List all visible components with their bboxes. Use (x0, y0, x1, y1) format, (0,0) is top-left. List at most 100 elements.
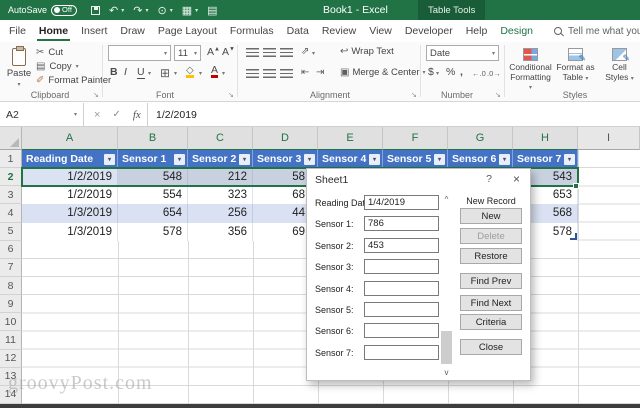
table-caret-icon[interactable]: ▾ (195, 7, 198, 14)
filter-icon[interactable]: ▾ (174, 153, 185, 165)
underline-caret-icon[interactable]: ▾ (148, 70, 151, 77)
wrap-text-button[interactable]: ↩ Wrap Text (340, 46, 394, 57)
row-number[interactable]: 8 (0, 276, 22, 296)
align-bottom-icon[interactable] (280, 48, 293, 57)
column-header[interactable]: I (578, 127, 640, 150)
column-header[interactable]: E (318, 127, 383, 150)
row-number[interactable]: 7 (0, 258, 22, 277)
field-input[interactable] (364, 344, 439, 360)
table-header-cell[interactable]: Sensor 3 ▾ (253, 150, 318, 169)
dialog-button[interactable]: Delete (460, 228, 522, 244)
increase-indent-icon[interactable]: ⇥ (316, 67, 324, 78)
row-number[interactable]: 6 (0, 240, 22, 259)
table-tool-icon[interactable]: ▦ (182, 4, 192, 17)
cell-B5[interactable]: 578 (118, 222, 188, 241)
format-painter-button[interactable]: ✐ Format Painter (36, 74, 111, 87)
font-name-combobox[interactable]: ▾ (108, 45, 171, 61)
field-input[interactable] (364, 301, 439, 317)
table-header-cell[interactable]: Sensor 2 ▾ (188, 150, 253, 169)
number-format-combobox[interactable]: Date ▾ (426, 45, 499, 61)
dialog-button[interactable]: Find Prev (460, 273, 522, 289)
tell-me-search[interactable]: Tell me what you want to do (554, 26, 640, 37)
insert-function-icon[interactable]: fx (133, 109, 141, 121)
row-number[interactable]: 5 (0, 222, 22, 241)
touch-mode-icon[interactable]: ⊙ (158, 4, 167, 17)
undo-icon[interactable]: ↶ (109, 4, 118, 17)
name-box[interactable]: A2 ▾ (0, 103, 84, 126)
cell-C2[interactable]: 212 (188, 168, 253, 187)
formula-input[interactable]: 1/2/2019 (148, 103, 640, 126)
autosave-toggle[interactable]: AutoSave Off (8, 4, 78, 16)
borders-caret-icon[interactable]: ▾ (174, 70, 177, 77)
ribbon-tab[interactable]: Help (466, 20, 488, 42)
field-input[interactable] (364, 280, 439, 296)
dialog-button[interactable]: Restore (460, 248, 522, 264)
field-input[interactable] (364, 323, 439, 339)
cell-A3[interactable]: 1/2/2019 (22, 186, 118, 205)
increase-decimal-icon[interactable]: ←.0 (472, 69, 486, 78)
cell-B4[interactable]: 654 (118, 204, 188, 223)
row-number[interactable]: 1 (0, 150, 22, 169)
autosave-pill[interactable]: Off (51, 4, 78, 16)
column-header[interactable]: A (22, 127, 118, 150)
ribbon-tab[interactable]: Formulas (230, 20, 274, 42)
filter-icon[interactable]: ▾ (499, 153, 510, 165)
ribbon-tab[interactable]: Design (500, 20, 533, 42)
column-header[interactable]: B (118, 127, 188, 150)
column-header[interactable]: G (448, 127, 513, 150)
font-dialog-launcher-icon[interactable]: ↘ (228, 91, 234, 99)
cell-A4[interactable]: 1/3/2019 (22, 204, 118, 223)
bold-button[interactable]: B (110, 66, 118, 78)
redo-caret-icon[interactable]: ▾ (145, 7, 148, 14)
ribbon-tab[interactable]: File (9, 20, 26, 42)
percent-format-icon[interactable]: % (446, 66, 455, 78)
dialog-button[interactable]: New (460, 208, 522, 224)
decrease-font-icon[interactable]: A▼ (222, 46, 235, 58)
copy-button[interactable]: ▤ Copy ▾ (36, 60, 79, 73)
field-input[interactable]: 786 (364, 216, 439, 232)
filter-icon[interactable]: ▾ (434, 153, 445, 165)
filter-icon[interactable]: ▾ (304, 153, 315, 165)
table-header-cell[interactable]: Sensor 7 ▾ (513, 150, 578, 169)
ribbon-tab[interactable]: Page Layout (158, 20, 217, 42)
scroll-down-icon[interactable]: v (440, 368, 453, 377)
cell-A2[interactable]: 1/2/2019 (22, 168, 118, 187)
table-header-cell[interactable]: Sensor 4 ▾ (318, 150, 383, 169)
align-left-icon[interactable] (246, 69, 259, 78)
form-tool-icon[interactable]: ▤ (207, 4, 217, 17)
orientation-caret-icon[interactable]: ▾ (312, 50, 315, 57)
scrollbar-thumb[interactable] (441, 331, 452, 364)
enter-icon[interactable]: ✓ (112, 109, 120, 120)
align-top-icon[interactable] (246, 48, 259, 57)
font-color-caret-icon[interactable]: ▾ (222, 70, 225, 77)
fill-color-icon[interactable]: ◇ (186, 66, 194, 78)
table-header-cell[interactable]: Sensor 5 ▾ (383, 150, 448, 169)
table-header-cell[interactable]: Reading Date ▾ (22, 150, 118, 169)
save-icon[interactable] (91, 5, 101, 15)
font-size-combobox[interactable]: 11 ▾ (174, 45, 201, 61)
ribbon-tab[interactable]: Home (36, 20, 71, 42)
filter-icon[interactable]: ▾ (564, 153, 575, 165)
field-input[interactable]: 1/4/2019 (364, 195, 439, 210)
filter-icon[interactable]: ▾ (239, 153, 250, 165)
field-input[interactable]: 453 (364, 237, 439, 253)
filter-icon[interactable]: ▾ (104, 153, 115, 165)
column-header[interactable]: H (513, 127, 578, 150)
column-header[interactable]: F (383, 127, 448, 150)
cell-B2[interactable]: 548 (118, 168, 188, 187)
dialog-button[interactable]: Criteria (460, 314, 522, 330)
table-header-cell[interactable]: Sensor 6 ▾ (448, 150, 513, 169)
row-number[interactable]: 9 (0, 295, 22, 314)
ribbon-tab[interactable]: Data (287, 20, 309, 42)
row-number[interactable]: 11 (0, 331, 22, 350)
select-all-corner[interactable] (0, 127, 22, 150)
scroll-up-icon[interactable]: ^ (440, 195, 453, 204)
row-number[interactable]: 4 (0, 204, 22, 223)
ribbon-tab[interactable]: Review (322, 20, 356, 42)
cell-C4[interactable]: 256 (188, 204, 253, 223)
ribbon-tab[interactable]: Developer (405, 20, 453, 42)
ribbon-tab[interactable]: Draw (120, 20, 145, 42)
ribbon-tab[interactable]: Insert (81, 20, 107, 42)
underline-button[interactable]: U (137, 66, 145, 79)
row-number[interactable]: 10 (0, 313, 22, 332)
